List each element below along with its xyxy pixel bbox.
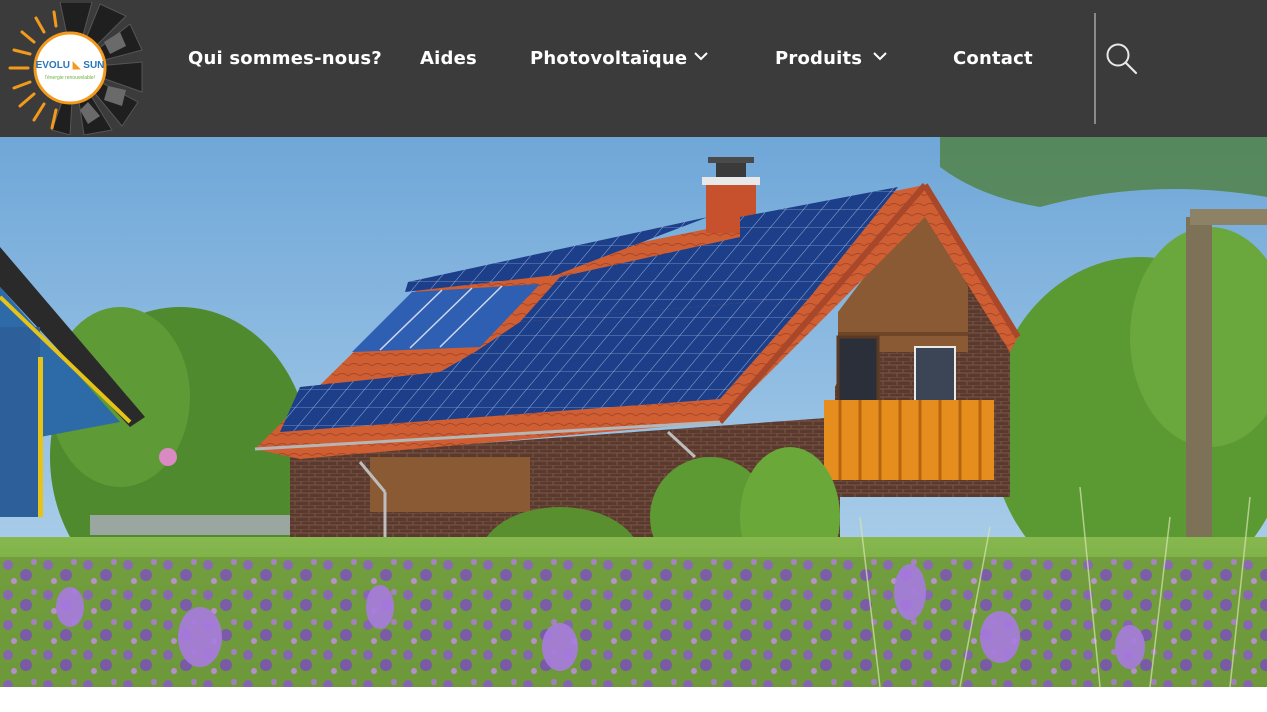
nav-item-contact[interactable]: Contact bbox=[953, 48, 1033, 69]
hero-image bbox=[0, 137, 1267, 687]
site-header: EVOLU ◣ SUN l'énergie renouvelable! Qui … bbox=[0, 0, 1267, 137]
main-nav: Qui sommes-nous? Aides Photovoltaïque Pr… bbox=[0, 0, 1090, 137]
nav-item-photovoltaique[interactable]: Photovoltaïque bbox=[530, 48, 687, 69]
nav-item-qui-sommes-nous[interactable]: Qui sommes-nous? bbox=[188, 48, 382, 69]
search-icon[interactable] bbox=[1105, 42, 1139, 76]
header-divider bbox=[1094, 13, 1096, 124]
nav-item-aides[interactable]: Aides bbox=[420, 48, 477, 69]
nav-item-produits[interactable]: Produits bbox=[775, 48, 862, 69]
chevron-down-icon[interactable] bbox=[872, 50, 888, 62]
chevron-down-icon[interactable] bbox=[693, 50, 709, 62]
